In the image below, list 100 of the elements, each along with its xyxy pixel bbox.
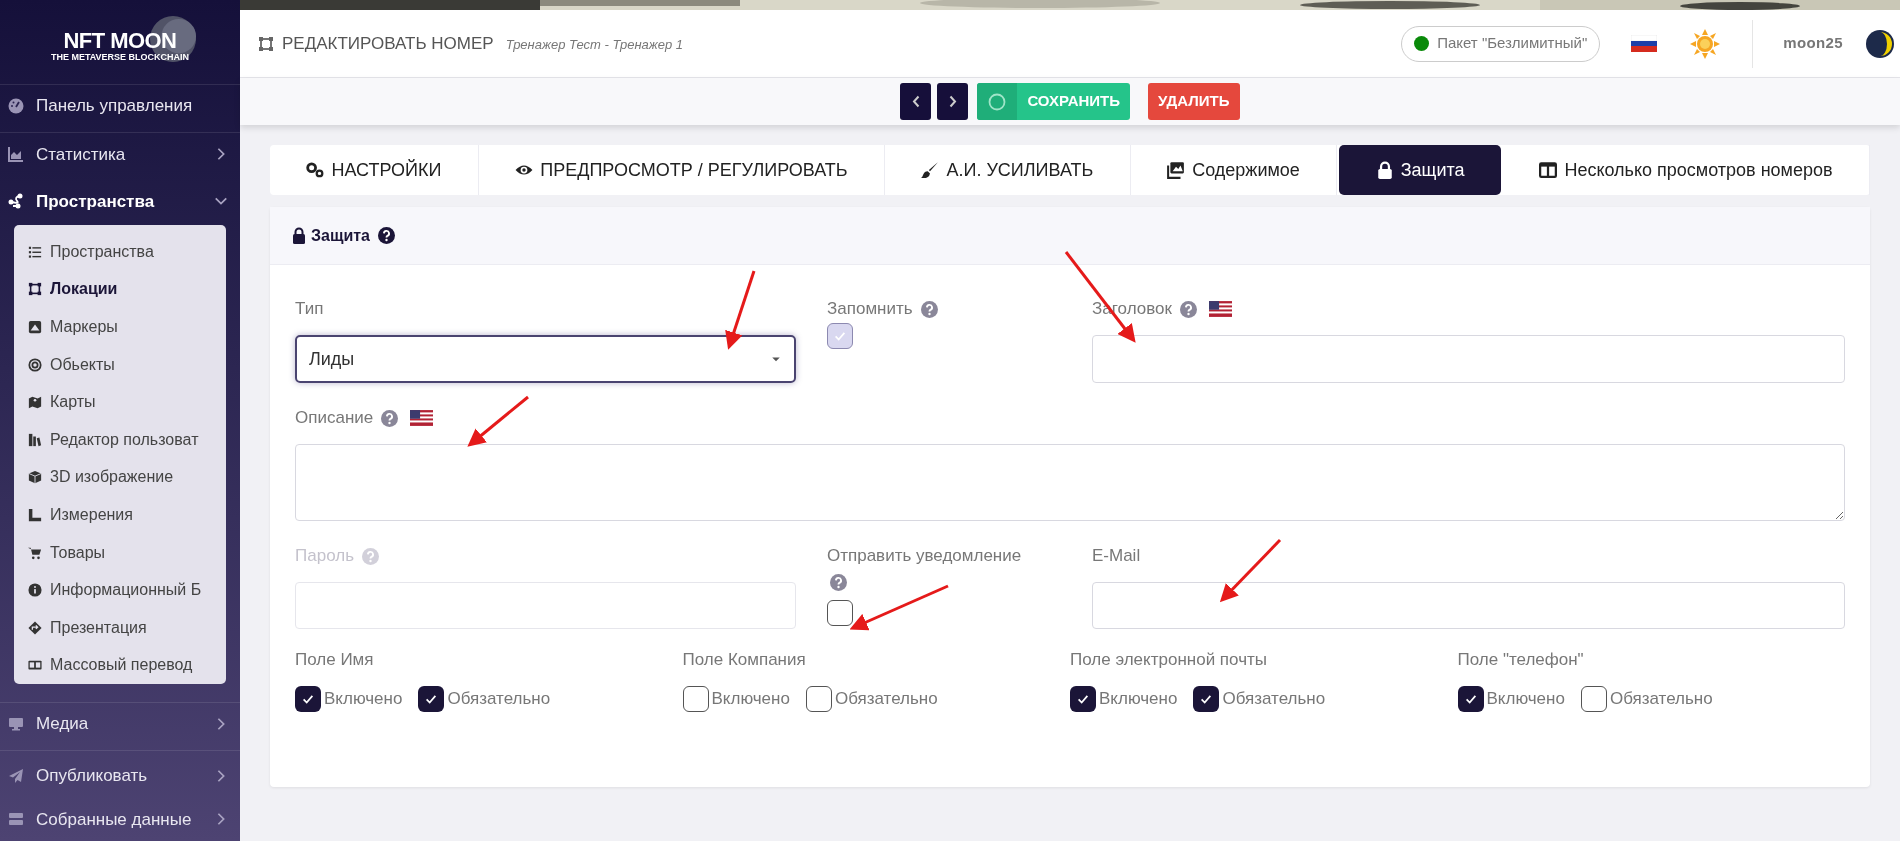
submenu-item[interactable]: Маркеры	[28, 308, 226, 346]
sidebar-item[interactable]: Опубликовать	[0, 754, 240, 798]
checkbox-label: Включено	[1486, 688, 1565, 711]
chevron-left-icon	[911, 95, 920, 108]
help-icon	[920, 300, 938, 318]
server-icon	[8, 811, 24, 828]
submenu-item[interactable]: Информационный Б	[28, 571, 226, 609]
field-label: Пароль	[295, 545, 354, 568]
checkbox[interactable]	[805, 686, 832, 712]
checkbox-label: Включено	[1099, 688, 1178, 711]
gauge-icon	[8, 98, 24, 115]
field-label: Поле Имя	[295, 649, 375, 671]
previous-button[interactable]	[900, 83, 932, 120]
columns-icon	[1539, 161, 1558, 179]
tab[interactable]: Защита	[1339, 145, 1501, 195]
checkbox-label: Включено	[324, 688, 403, 711]
checkbox[interactable]	[1457, 686, 1484, 712]
help-icon	[378, 227, 395, 244]
avatar-icon[interactable]	[1865, 28, 1895, 59]
map-icon	[28, 395, 42, 410]
checkbox[interactable]	[1580, 686, 1607, 712]
lock-icon	[1375, 161, 1394, 179]
next-button[interactable]	[937, 83, 969, 120]
submenu-item[interactable]: Локации	[28, 270, 226, 309]
sidebar-item[interactable]: Панель управления	[0, 84, 240, 128]
image-icon	[28, 319, 42, 334]
books-icon	[28, 432, 42, 447]
checkbox[interactable]	[418, 686, 445, 712]
images-icon	[1167, 161, 1186, 179]
help-icon	[830, 574, 847, 591]
field-label: Поле "телефон"	[1457, 649, 1585, 671]
ruler-icon	[28, 507, 42, 522]
checkbox[interactable]	[1070, 686, 1096, 712]
monitor-icon	[8, 716, 24, 733]
checkbox[interactable]	[295, 686, 321, 712]
field-label: Поле электронной почты	[1070, 649, 1268, 671]
checkbox-label: Включено	[711, 688, 790, 711]
submenu-item[interactable]: Карты	[28, 383, 226, 421]
email-field[interactable]	[1092, 582, 1845, 629]
type-select[interactable]: Лиды	[295, 335, 796, 383]
heading-field[interactable]	[1092, 335, 1845, 383]
sidebar-item[interactable]: Собранные данные	[0, 797, 240, 841]
crop-square-icon	[258, 35, 274, 52]
submenu-item[interactable]: Редактор пользоват	[28, 420, 226, 459]
submenu-item[interactable]: Массовый перевод	[28, 646, 226, 684]
tab[interactable]: А.И. УСИЛИВАТЬ	[885, 145, 1131, 195]
sidebar-item[interactable]: Медиа	[0, 702, 240, 746]
cube-icon	[28, 470, 42, 485]
crop-square-icon	[28, 282, 42, 297]
annotation-arrow	[467, 395, 529, 447]
field-label: Описание	[295, 407, 374, 430]
help-icon	[362, 547, 379, 565]
checkbox[interactable]	[682, 686, 709, 712]
checkbox-label: Обязательно	[1609, 688, 1713, 711]
checkbox-label: Обязательно	[447, 688, 551, 711]
submenu-item[interactable]: Презентация	[28, 608, 226, 647]
circle-icon	[988, 92, 1007, 111]
lock-icon	[292, 227, 306, 244]
tab[interactable]: Содержимое	[1130, 145, 1338, 195]
brush-icon	[921, 161, 940, 179]
flag-icon	[410, 410, 434, 426]
checkbox[interactable]	[1193, 686, 1220, 712]
nodes-icon	[8, 193, 24, 210]
target-icon	[28, 357, 42, 372]
send-icon	[8, 768, 24, 785]
username[interactable]: moon25	[1783, 32, 1843, 55]
delete-button[interactable]: УДАЛИТЬ	[1148, 83, 1240, 120]
checkbox[interactable]	[827, 600, 853, 626]
panel-title: Защита	[311, 225, 370, 246]
chart-icon	[8, 146, 24, 163]
field-label: Отправить уведомление	[827, 545, 1023, 567]
flag-icon[interactable]	[1631, 35, 1658, 52]
submenu-item[interactable]: Пространства	[28, 233, 226, 271]
submenu-item[interactable]: Товары	[28, 533, 226, 572]
page-title: РЕДАКТИРОВАТЬ НОМЕР	[282, 32, 494, 55]
flag-icon	[1208, 301, 1232, 317]
submenu-item[interactable]: Обьекты	[28, 345, 226, 384]
description-field[interactable]	[295, 444, 1845, 521]
chevron-right-icon	[948, 95, 957, 108]
tab[interactable]: ПРЕДПРОСМОТР / РЕГУЛИРОВАТЬ	[478, 145, 885, 195]
page-subtitle: Тренажер Тест - Тренажер 1	[505, 36, 684, 55]
field-label: E-Mail	[1092, 545, 1141, 568]
logo-title: NFT MOON	[63, 29, 177, 52]
field-label: Поле Компания	[682, 649, 807, 671]
submenu-item[interactable]: Измерения	[28, 496, 226, 534]
sidebar-item[interactable]: Пространства	[0, 179, 240, 223]
info-icon	[28, 583, 42, 598]
field-label: Тип	[295, 298, 324, 321]
help-icon	[381, 409, 399, 427]
list-icon	[28, 244, 42, 259]
checkbox-label: Обязательно	[1222, 688, 1326, 711]
gears-icon	[306, 161, 325, 179]
tab[interactable]: Несколько просмотров номеров	[1502, 145, 1871, 195]
cart-icon	[28, 545, 42, 560]
submenu-item[interactable]: 3D изображение	[28, 458, 226, 497]
diamond-sign-icon	[28, 620, 42, 635]
sidebar-item[interactable]: Статистика	[0, 132, 240, 176]
tab[interactable]: НАСТРОЙКИ	[270, 145, 479, 195]
field-label: Запомнить	[827, 298, 913, 321]
annotation-arrow	[1219, 538, 1282, 603]
